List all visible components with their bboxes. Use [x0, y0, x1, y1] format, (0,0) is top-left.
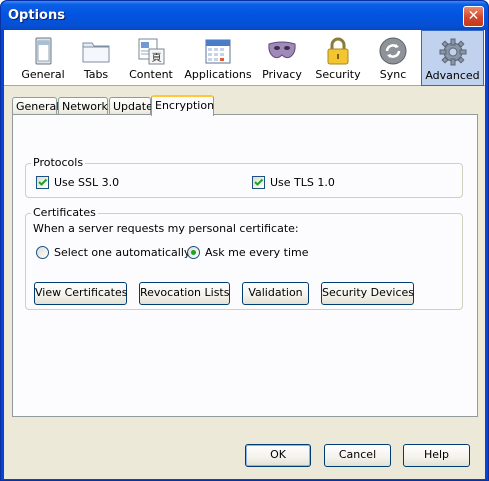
certificates-group-label: Certificates: [31, 206, 98, 219]
protocols-group: Protocols Use SSL 3.0 Use TLS 1.0: [25, 156, 463, 198]
checkmark-icon: [38, 178, 48, 186]
ok-button[interactable]: OK: [245, 444, 311, 467]
options-window: Options ✕ General Tabs 頁 Content Applica…: [0, 0, 489, 481]
checkmark-icon: [254, 178, 264, 186]
use-tls-label[interactable]: Use TLS 1.0: [270, 176, 335, 189]
toolbar-advanced-label: Advanced: [425, 69, 480, 82]
toolbar-privacy-label: Privacy: [262, 68, 302, 81]
toolbar-sync-label: Sync: [379, 68, 407, 81]
certificates-group: Certificates When a server requests my p…: [25, 206, 463, 310]
select-automatically-label[interactable]: Select one automatically: [54, 246, 190, 259]
toolbar-advanced[interactable]: Advanced: [421, 30, 484, 86]
revocation-lists-button[interactable]: Revocation Lists: [139, 282, 230, 305]
svg-text:頁: 頁: [152, 52, 162, 64]
close-button[interactable]: ✕: [463, 6, 484, 27]
window-title: Options: [8, 8, 65, 23]
title-bar[interactable]: Options ✕: [1, 1, 488, 30]
ask-every-time-label[interactable]: Ask me every time: [205, 246, 309, 259]
dialog-body: General Tabs 頁 Content Applications Priv…: [4, 30, 485, 479]
toolbar-general[interactable]: General: [6, 30, 80, 86]
use-tls-checkbox[interactable]: [252, 176, 265, 189]
gear-icon: [439, 38, 466, 66]
content-page-icon: 頁: [138, 38, 165, 65]
use-ssl-label[interactable]: Use SSL 3.0: [54, 176, 119, 189]
toolbar-privacy[interactable]: Privacy: [258, 30, 306, 86]
tab-update[interactable]: Update: [109, 97, 153, 115]
toolbar-security-label: Security: [315, 68, 361, 81]
toolbar-content-label: Content: [129, 68, 173, 81]
toolbar-tabs-label: Tabs: [83, 68, 109, 81]
privacy-mask-icon: [268, 41, 296, 59]
toolbar-security[interactable]: Security: [310, 30, 366, 86]
select-automatically-radio[interactable]: [36, 246, 49, 259]
toolbar-general-label: General: [21, 68, 65, 81]
padlock-icon: [327, 37, 349, 65]
tab-general[interactable]: General: [12, 97, 59, 115]
cancel-button[interactable]: Cancel: [324, 444, 391, 467]
encryption-panel: Protocols Use SSL 3.0 Use TLS 1.0 Certif…: [12, 114, 478, 417]
pane-toolbar: General Tabs 頁 Content Applications Priv…: [4, 30, 485, 86]
toolbar-applications-label: Applications: [184, 68, 252, 81]
tab-encryption[interactable]: Encryption: [151, 95, 214, 116]
toolbar-applications[interactable]: Applications: [182, 30, 254, 86]
radio-selected-dot: [191, 250, 196, 255]
use-ssl-checkbox[interactable]: [36, 176, 49, 189]
window-icon: [35, 37, 52, 65]
folder-tabs-icon: [82, 42, 110, 63]
security-devices-button[interactable]: Security Devices: [321, 282, 414, 305]
sync-arrows-icon: [379, 37, 407, 65]
validation-button[interactable]: Validation: [242, 282, 309, 305]
ask-every-time-radio[interactable]: [187, 246, 200, 259]
toolbar-sync[interactable]: Sync: [368, 30, 418, 86]
protocols-group-label: Protocols: [31, 156, 86, 169]
toolbar-tabs[interactable]: Tabs: [72, 30, 120, 86]
certificate-request-prompt: When a server requests my personal certi…: [33, 222, 299, 235]
help-button[interactable]: Help: [403, 444, 470, 467]
tab-network[interactable]: Network: [58, 97, 108, 115]
applications-calendar-icon: [205, 39, 231, 64]
view-certificates-button[interactable]: View Certificates: [34, 282, 127, 305]
toolbar-content[interactable]: 頁 Content: [124, 30, 178, 86]
